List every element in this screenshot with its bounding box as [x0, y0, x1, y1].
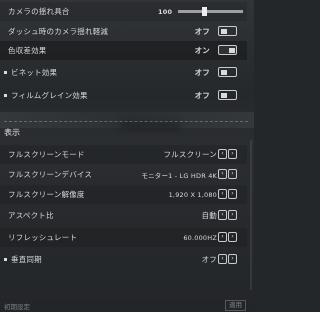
apply-button[interactable]: 適用 [225, 300, 246, 311]
chromatic-label: 色収差効果 [8, 46, 47, 55]
dash-shake-row[interactable]: ダッシュ時のカメラ揺れ軽減 オフ [0, 22, 247, 41]
fullscreen-device-arrows: ‹ › [218, 169, 237, 179]
camera-shake-value: 100 [158, 7, 173, 16]
chevron-left-icon[interactable]: ‹ [218, 254, 227, 264]
chevron-right-icon[interactable]: › [228, 149, 237, 159]
dash-shake-value: オフ [194, 27, 210, 36]
chevron-left-icon[interactable]: ‹ [218, 232, 227, 242]
aspect-ratio-value: 自動 [201, 211, 217, 220]
aspect-ratio-arrows: ‹ › [218, 210, 237, 220]
chevron-left-icon[interactable]: ‹ [218, 149, 227, 159]
settings-panel: カメラの揺れ具合 100 ダッシュ時のカメラ揺れ軽減 オフ 色収差効果 オン ビ… [0, 0, 254, 312]
vignette-value: オフ [194, 68, 210, 77]
chromatic-toggle[interactable] [218, 45, 237, 55]
dash-shake-label: ダッシュ時のカメラ揺れ軽減 [8, 27, 109, 36]
fullscreen-device-label: フルスクリーンデバイス [8, 170, 93, 179]
chevron-left-icon[interactable]: ‹ [218, 169, 227, 179]
camera-shake-row[interactable]: カメラの揺れ具合 100 [0, 2, 247, 21]
camera-shake-label: カメラの揺れ具合 [8, 7, 70, 16]
fullscreen-mode-value: フルスクリーン [163, 150, 217, 159]
film-grain-toggle[interactable] [218, 90, 237, 100]
section-title: 表示 [4, 128, 20, 137]
vignette-row[interactable]: ビネット効果 オフ [0, 63, 247, 82]
reset-defaults-button[interactable]: 初期設定 [4, 301, 30, 311]
aspect-ratio-row[interactable]: アスペクト比 自動 ‹ › [0, 206, 247, 225]
toggle-knob [220, 69, 227, 75]
vsync-row[interactable]: 垂直同期 オフ ‹ › [0, 250, 247, 269]
chevron-right-icon[interactable]: › [228, 169, 237, 179]
fullscreen-resolution-row[interactable]: フルスクリーン解像度 1,920 X 1,080 ‹ › [0, 185, 247, 204]
fullscreen-resolution-arrows: ‹ › [218, 189, 237, 199]
aspect-ratio-label: アスペクト比 [8, 211, 54, 220]
vignette-toggle[interactable] [218, 67, 237, 77]
fullscreen-device-row[interactable]: フルスクリーンデバイス モニター1 - LG HDR 4K ‹ › [0, 165, 247, 184]
section-divider [4, 121, 248, 122]
footer-bar: 初期設定 適用 [0, 300, 254, 312]
chevron-right-icon[interactable]: › [228, 254, 237, 264]
chevron-right-icon[interactable]: › [228, 210, 237, 220]
vignette-label: ビネット効果 [4, 67, 57, 78]
chevron-left-icon[interactable]: ‹ [218, 210, 227, 220]
film-grain-label: フィルムグレイン効果 [4, 90, 88, 101]
scrollbar[interactable] [250, 140, 252, 290]
fullscreen-mode-row[interactable]: フルスクリーンモード フルスクリーン ‹ › [0, 145, 247, 164]
slider-thumb[interactable] [202, 7, 207, 16]
refresh-rate-label: リフレッシュレート [8, 233, 78, 242]
vsync-arrows: ‹ › [218, 254, 237, 264]
vsync-value: オフ [201, 255, 217, 264]
chevron-right-icon[interactable]: › [228, 232, 237, 242]
refresh-rate-row[interactable]: リフレッシュレート 60.000HZ ‹ › [0, 228, 247, 247]
film-grain-row[interactable]: フィルムグレイン効果 オフ [0, 86, 247, 105]
chevron-left-icon[interactable]: ‹ [218, 189, 227, 199]
chromatic-row[interactable]: 色収差効果 オン [0, 41, 247, 60]
fullscreen-mode-label: フルスクリーンモード [8, 150, 85, 159]
chevron-right-icon[interactable]: › [228, 189, 237, 199]
fullscreen-mode-arrows: ‹ › [218, 149, 237, 159]
toggle-knob [220, 92, 227, 98]
film-grain-value: オフ [194, 91, 210, 100]
toggle-knob [220, 28, 227, 34]
fullscreen-resolution-label: フルスクリーン解像度 [8, 190, 85, 199]
vsync-label: 垂直同期 [4, 254, 42, 265]
fullscreen-resolution-value: 1,920 X 1,080 [168, 190, 217, 199]
dash-shake-toggle[interactable] [218, 26, 237, 36]
toggle-knob [228, 47, 235, 53]
refresh-rate-value: 60.000HZ [183, 233, 217, 242]
chromatic-value: オン [194, 46, 210, 55]
camera-shake-slider[interactable] [178, 7, 243, 16]
fullscreen-device-value: モニター1 - LG HDR 4K [141, 171, 217, 180]
refresh-rate-arrows: ‹ › [218, 232, 237, 242]
